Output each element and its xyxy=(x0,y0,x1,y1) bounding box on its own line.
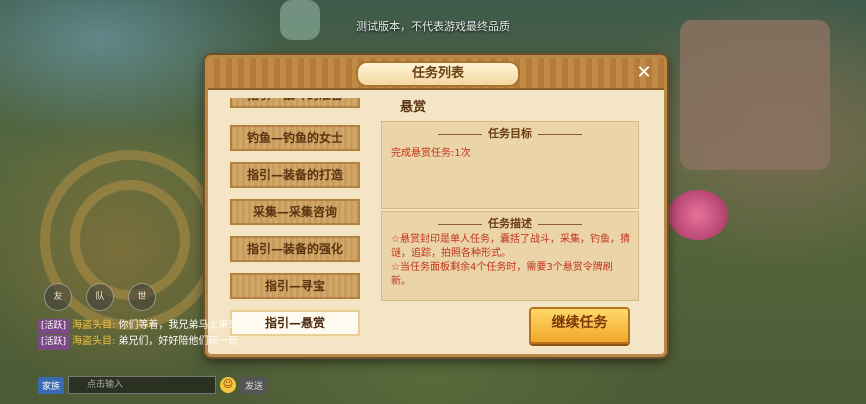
chat-text: 你们等着，我兄弟马上来！ xyxy=(118,320,239,331)
task-tab[interactable]: 指引—寻宝 xyxy=(228,271,362,301)
goal-panel-title: 任务目标 xyxy=(382,125,638,141)
team-icon[interactable]: 队 xyxy=(86,283,114,311)
friend-icon[interactable]: 友 xyxy=(44,283,72,311)
task-list-dialog: 任务列表 ✕ 指引—战斗的准备 钓鱼—钓鱼的女士 指引—装备的打造 采集—采集咨… xyxy=(205,55,667,357)
send-button[interactable]: 发送 xyxy=(239,376,268,394)
chat-message: [活跃] 海盗头目: 你们等着，我兄弟马上来！ xyxy=(38,318,250,334)
chat-speaker[interactable]: 海盗头目: xyxy=(72,336,115,347)
close-icon[interactable]: ✕ xyxy=(634,63,654,83)
task-tab[interactable]: 指引—装备的打造 xyxy=(228,160,362,190)
task-tab[interactable]: 指引—装备的强化 xyxy=(228,234,362,264)
chat-channel-bar: 友 队 世 xyxy=(44,283,156,311)
ground-ring-decoration xyxy=(70,180,190,300)
description-text: ☆悬赏封印是单人任务，囊括了战斗，采集，钓鱼，猜谜，追踪，拍照各种形式。 ☆当任… xyxy=(391,233,630,289)
dialog-title: 任务列表 xyxy=(356,61,520,87)
chat-input-row: 家族 点击输入 ☺ 发送 xyxy=(38,376,268,394)
task-tab[interactable]: 指引—战斗的准备 xyxy=(228,98,362,110)
chat-channel-tag: [活跃] xyxy=(38,335,70,350)
description-panel-title: 任务描述 xyxy=(382,215,638,231)
continue-task-button[interactable]: 继续任务 xyxy=(529,307,630,344)
goal-text: 完成悬赏任务:1次 xyxy=(391,148,471,159)
world-icon[interactable]: 世 xyxy=(128,283,156,311)
chat-channel-tag: [活跃] xyxy=(38,319,70,334)
chat-log[interactable]: [活跃] 海盗头目: 你们等着，我兄弟马上来！ [活跃] 海盗头目: 弟兄们，好好陪他们… xyxy=(38,318,250,350)
selected-task-name: 悬赏 xyxy=(400,100,427,115)
description-line: ☆悬赏封印是单人任务，囊括了战斗，采集，钓鱼，猜谜，追踪，拍照各种形式。 xyxy=(391,234,630,259)
task-goal-panel: 任务目标 完成悬赏任务:1次 xyxy=(381,121,639,209)
chat-speaker[interactable]: 海盗头目: xyxy=(72,320,115,331)
flower-decoration xyxy=(668,190,728,240)
rock-decoration xyxy=(680,20,830,170)
chat-channel-select[interactable]: 家族 xyxy=(38,376,65,394)
test-version-notice: 测试版本，不代表游戏最终品质 xyxy=(356,20,510,33)
task-description-panel: 任务描述 ☆悬赏封印是单人任务，囊括了战斗，采集，钓鱼，猜谜，追踪，拍照各种形式… xyxy=(381,211,639,301)
task-tab-list[interactable]: 指引—战斗的准备 钓鱼—钓鱼的女士 指引—装备的打造 采集—采集咨询 指引—装备… xyxy=(226,98,366,343)
chat-message: [活跃] 海盗头目: 弟兄们，好好陪他们玩一玩 xyxy=(38,334,250,350)
chat-text: 弟兄们，好好陪他们玩一玩 xyxy=(118,336,239,347)
dialog-header: 任务列表 ✕ xyxy=(208,58,664,90)
emoji-icon[interactable]: ☺ xyxy=(219,377,236,393)
chat-input[interactable]: 点击输入 xyxy=(68,376,216,394)
task-tab[interactable]: 采集—采集咨询 xyxy=(228,197,362,227)
task-tab[interactable]: 钓鱼—钓鱼的女士 xyxy=(228,123,362,153)
description-line: ☆当任务面板剩余4个任务时，需要3个悬赏令牌刷新。 xyxy=(391,262,613,287)
